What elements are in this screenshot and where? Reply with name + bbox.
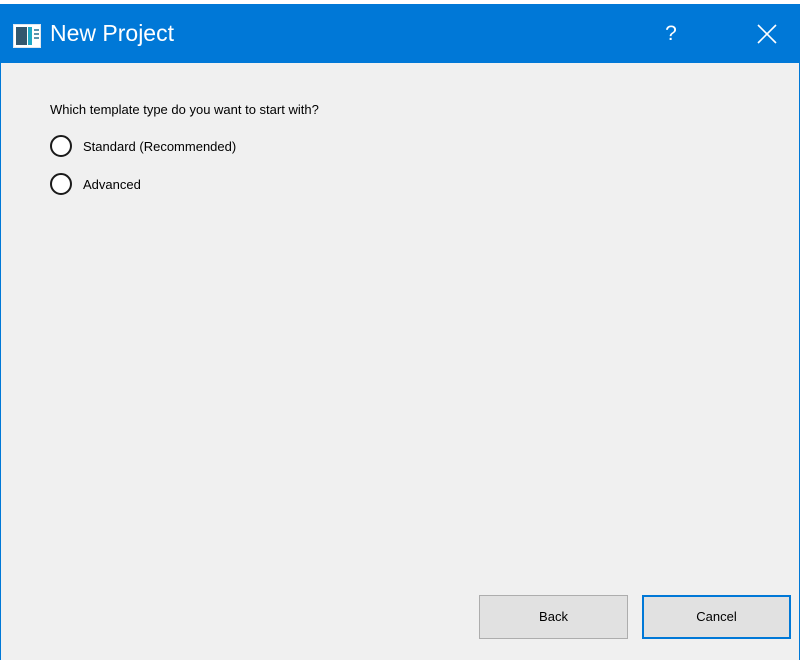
project-window-icon bbox=[13, 24, 41, 48]
radio-button-advanced[interactable] bbox=[50, 173, 72, 195]
radio-option-advanced[interactable]: Advanced bbox=[50, 171, 141, 197]
help-button[interactable]: ? bbox=[648, 5, 694, 63]
radio-label-advanced[interactable]: Advanced bbox=[83, 177, 141, 192]
close-button[interactable] bbox=[741, 5, 793, 63]
radio-button-standard[interactable] bbox=[50, 135, 72, 157]
cancel-button[interactable]: Cancel bbox=[642, 595, 791, 639]
new-project-dialog: New Project ? Which template type do you… bbox=[0, 4, 800, 660]
template-type-prompt: Which template type do you want to start… bbox=[50, 102, 319, 117]
back-button[interactable]: Back bbox=[479, 595, 628, 639]
radio-option-standard[interactable]: Standard (Recommended) bbox=[50, 133, 236, 159]
title-bar[interactable]: New Project ? bbox=[1, 5, 799, 63]
radio-label-standard[interactable]: Standard (Recommended) bbox=[83, 139, 236, 154]
dialog-title: New Project bbox=[50, 20, 174, 46]
dialog-content: Which template type do you want to start… bbox=[1, 63, 799, 661]
close-icon bbox=[757, 24, 777, 44]
